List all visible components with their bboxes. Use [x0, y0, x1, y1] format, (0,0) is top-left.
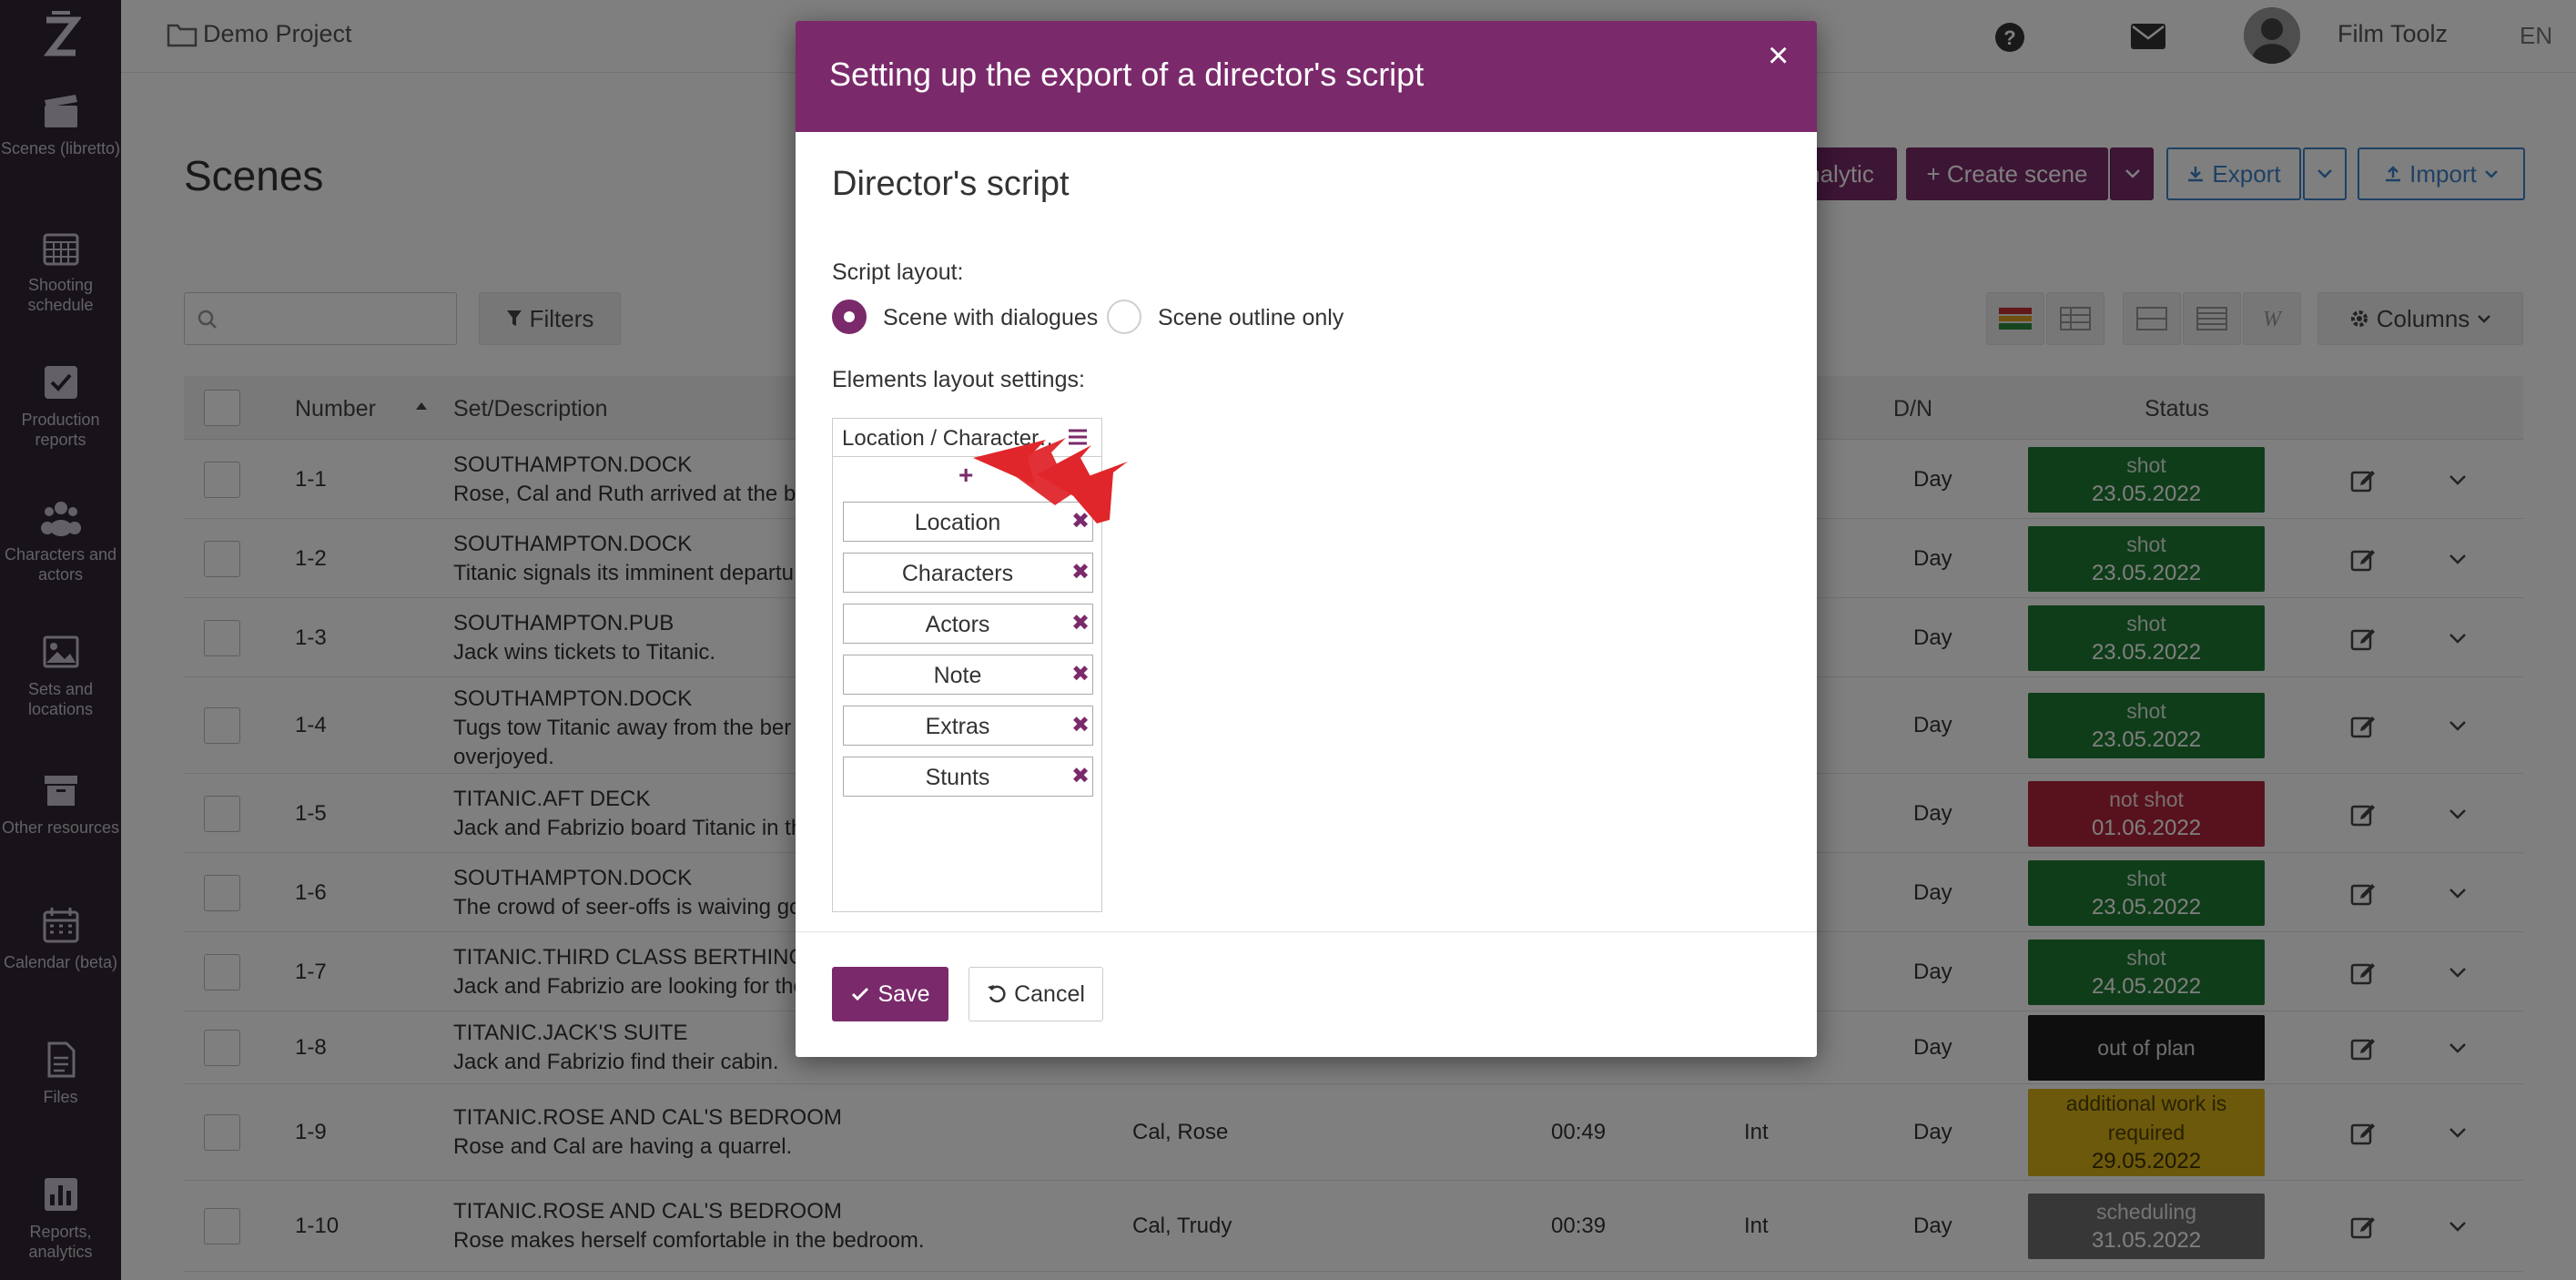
- option-dialogues-label[interactable]: Scene with dialogues: [883, 305, 1098, 331]
- section-title: Director's script: [832, 165, 1070, 203]
- script-layout-label: Script layout:: [832, 259, 964, 285]
- save-label: Save: [877, 980, 930, 1007]
- dialog-footer: Save Cancel: [796, 931, 1817, 1057]
- layout-element-stunts[interactable]: Stunts ✖: [843, 757, 1093, 797]
- layout-element-note[interactable]: Note ✖: [843, 655, 1093, 695]
- option-outline-label[interactable]: Scene outline only: [1158, 305, 1344, 331]
- radio-scene-outline-only[interactable]: [1107, 300, 1141, 334]
- remove-element-icon[interactable]: ✖: [1071, 610, 1090, 636]
- element-label: Actors: [925, 612, 990, 637]
- remove-element-icon[interactable]: ✖: [1071, 763, 1090, 789]
- elements-layout-label: Elements layout settings:: [832, 367, 1085, 392]
- layout-element-characters[interactable]: Characters ✖: [843, 553, 1093, 593]
- element-label: Characters: [901, 561, 1014, 586]
- dialog-title: Setting up the export of a director's sc…: [829, 56, 1425, 93]
- remove-element-icon[interactable]: ✖: [1071, 712, 1090, 738]
- save-button[interactable]: Save: [832, 967, 948, 1021]
- element-label: Extras: [925, 714, 990, 739]
- pointer-arrow-icon: [973, 438, 1128, 523]
- layout-element-actors[interactable]: Actors ✖: [843, 604, 1093, 644]
- remove-element-icon[interactable]: ✖: [1071, 559, 1090, 585]
- undo-icon: [988, 985, 1006, 1003]
- close-icon[interactable]: ×: [1768, 37, 1789, 74]
- layout-element-extras[interactable]: Extras ✖: [843, 706, 1093, 746]
- element-label: Stunts: [925, 765, 990, 790]
- cancel-label: Cancel: [1014, 980, 1085, 1007]
- cancel-button[interactable]: Cancel: [969, 967, 1103, 1021]
- remove-element-icon[interactable]: ✖: [1071, 661, 1090, 687]
- element-label: Note: [933, 663, 982, 688]
- radio-scene-with-dialogues[interactable]: [832, 300, 867, 334]
- dialog-header: Setting up the export of a director's sc…: [796, 21, 1817, 132]
- checkmark-icon: [851, 987, 868, 1001]
- export-settings-dialog: Setting up the export of a director's sc…: [796, 21, 1817, 1057]
